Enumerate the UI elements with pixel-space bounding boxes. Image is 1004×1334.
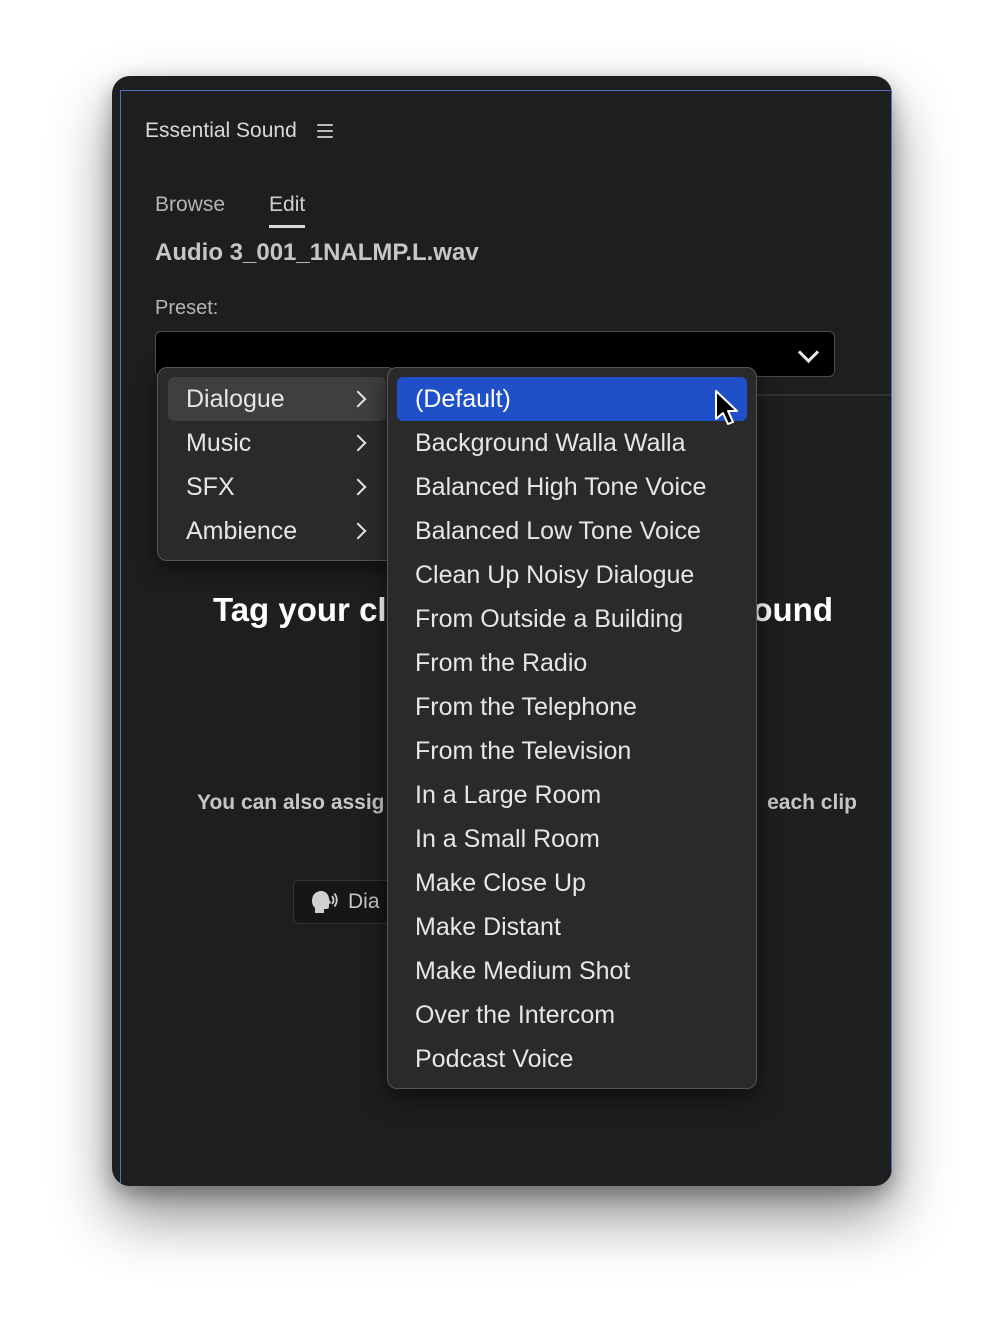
preset-item-in-a-small-room[interactable]: In a Small Room — [397, 817, 747, 861]
preset-item-from-the-radio[interactable]: From the Radio — [397, 641, 747, 685]
menu-item-ambience[interactable]: Ambience — [168, 509, 386, 553]
menu-item-music[interactable]: Music — [168, 421, 386, 465]
menu-item-label: Music — [186, 428, 252, 457]
preset-item-make-close-up[interactable]: Make Close Up — [397, 861, 747, 905]
menu-item-label: Dialogue — [186, 384, 285, 413]
assign-text-right: each clip — [767, 791, 857, 814]
chevron-down-icon — [797, 341, 820, 364]
menu-item-sfx[interactable]: SFX — [168, 465, 386, 509]
assign-text-left: You can also assig — [197, 791, 385, 814]
tab-edit[interactable]: Edit — [269, 193, 306, 228]
preset-item-from-the-television[interactable]: From the Television — [397, 729, 747, 773]
preset-item-clean-up-noisy-dialogue[interactable]: Clean Up Noisy Dialogue — [397, 553, 747, 597]
menu-item-dialogue[interactable]: Dialogue — [168, 377, 386, 421]
chevron-right-icon — [349, 390, 367, 408]
chevron-right-icon — [349, 478, 367, 496]
hamburger-menu-icon[interactable] — [316, 124, 333, 138]
speaking-head-icon — [312, 891, 338, 913]
tab-browse[interactable]: Browse — [155, 193, 225, 228]
panel-header: Essential Sound — [145, 119, 333, 143]
preset-item-balanced-high-tone-voice[interactable]: Balanced High Tone Voice — [397, 465, 747, 509]
chevron-right-icon — [349, 434, 367, 452]
tab-bar: Browse Edit — [155, 193, 306, 228]
preset-item-from-the-telephone[interactable]: From the Telephone — [397, 685, 747, 729]
dialogue-preset-submenu: (Default) Background Walla Walla Balance… — [387, 367, 757, 1089]
preset-label: Preset: — [155, 297, 219, 319]
preset-item-balanced-low-tone-voice[interactable]: Balanced Low Tone Voice — [397, 509, 747, 553]
preset-item-over-the-intercom[interactable]: Over the Intercom — [397, 993, 747, 1037]
preset-item-in-a-large-room[interactable]: In a Large Room — [397, 773, 747, 817]
menu-item-label: Ambience — [186, 516, 298, 545]
preset-item-make-medium-shot[interactable]: Make Medium Shot — [397, 949, 747, 993]
menu-item-label: SFX — [186, 472, 235, 501]
preset-item-background-walla-walla[interactable]: Background Walla Walla — [397, 421, 747, 465]
chevron-right-icon — [349, 522, 367, 540]
category-menu: Dialogue Music SFX Ambience — [157, 367, 397, 561]
mouse-pointer-icon — [715, 390, 738, 425]
preset-item-default[interactable]: (Default) — [397, 377, 747, 421]
preset-item-from-outside-a-building[interactable]: From Outside a Building — [397, 597, 747, 641]
dialogue-chip-label: Dia — [348, 890, 380, 913]
clip-filename: Audio 3_001_1NALMP.L.wav — [155, 239, 479, 266]
tag-heading-right: ound — [752, 591, 833, 628]
tag-heading-left: Tag your cli — [213, 591, 396, 628]
panel-title: Essential Sound — [145, 119, 297, 142]
preset-item-make-distant[interactable]: Make Distant — [397, 905, 747, 949]
preset-item-podcast-voice[interactable]: Podcast Voice — [397, 1037, 747, 1081]
